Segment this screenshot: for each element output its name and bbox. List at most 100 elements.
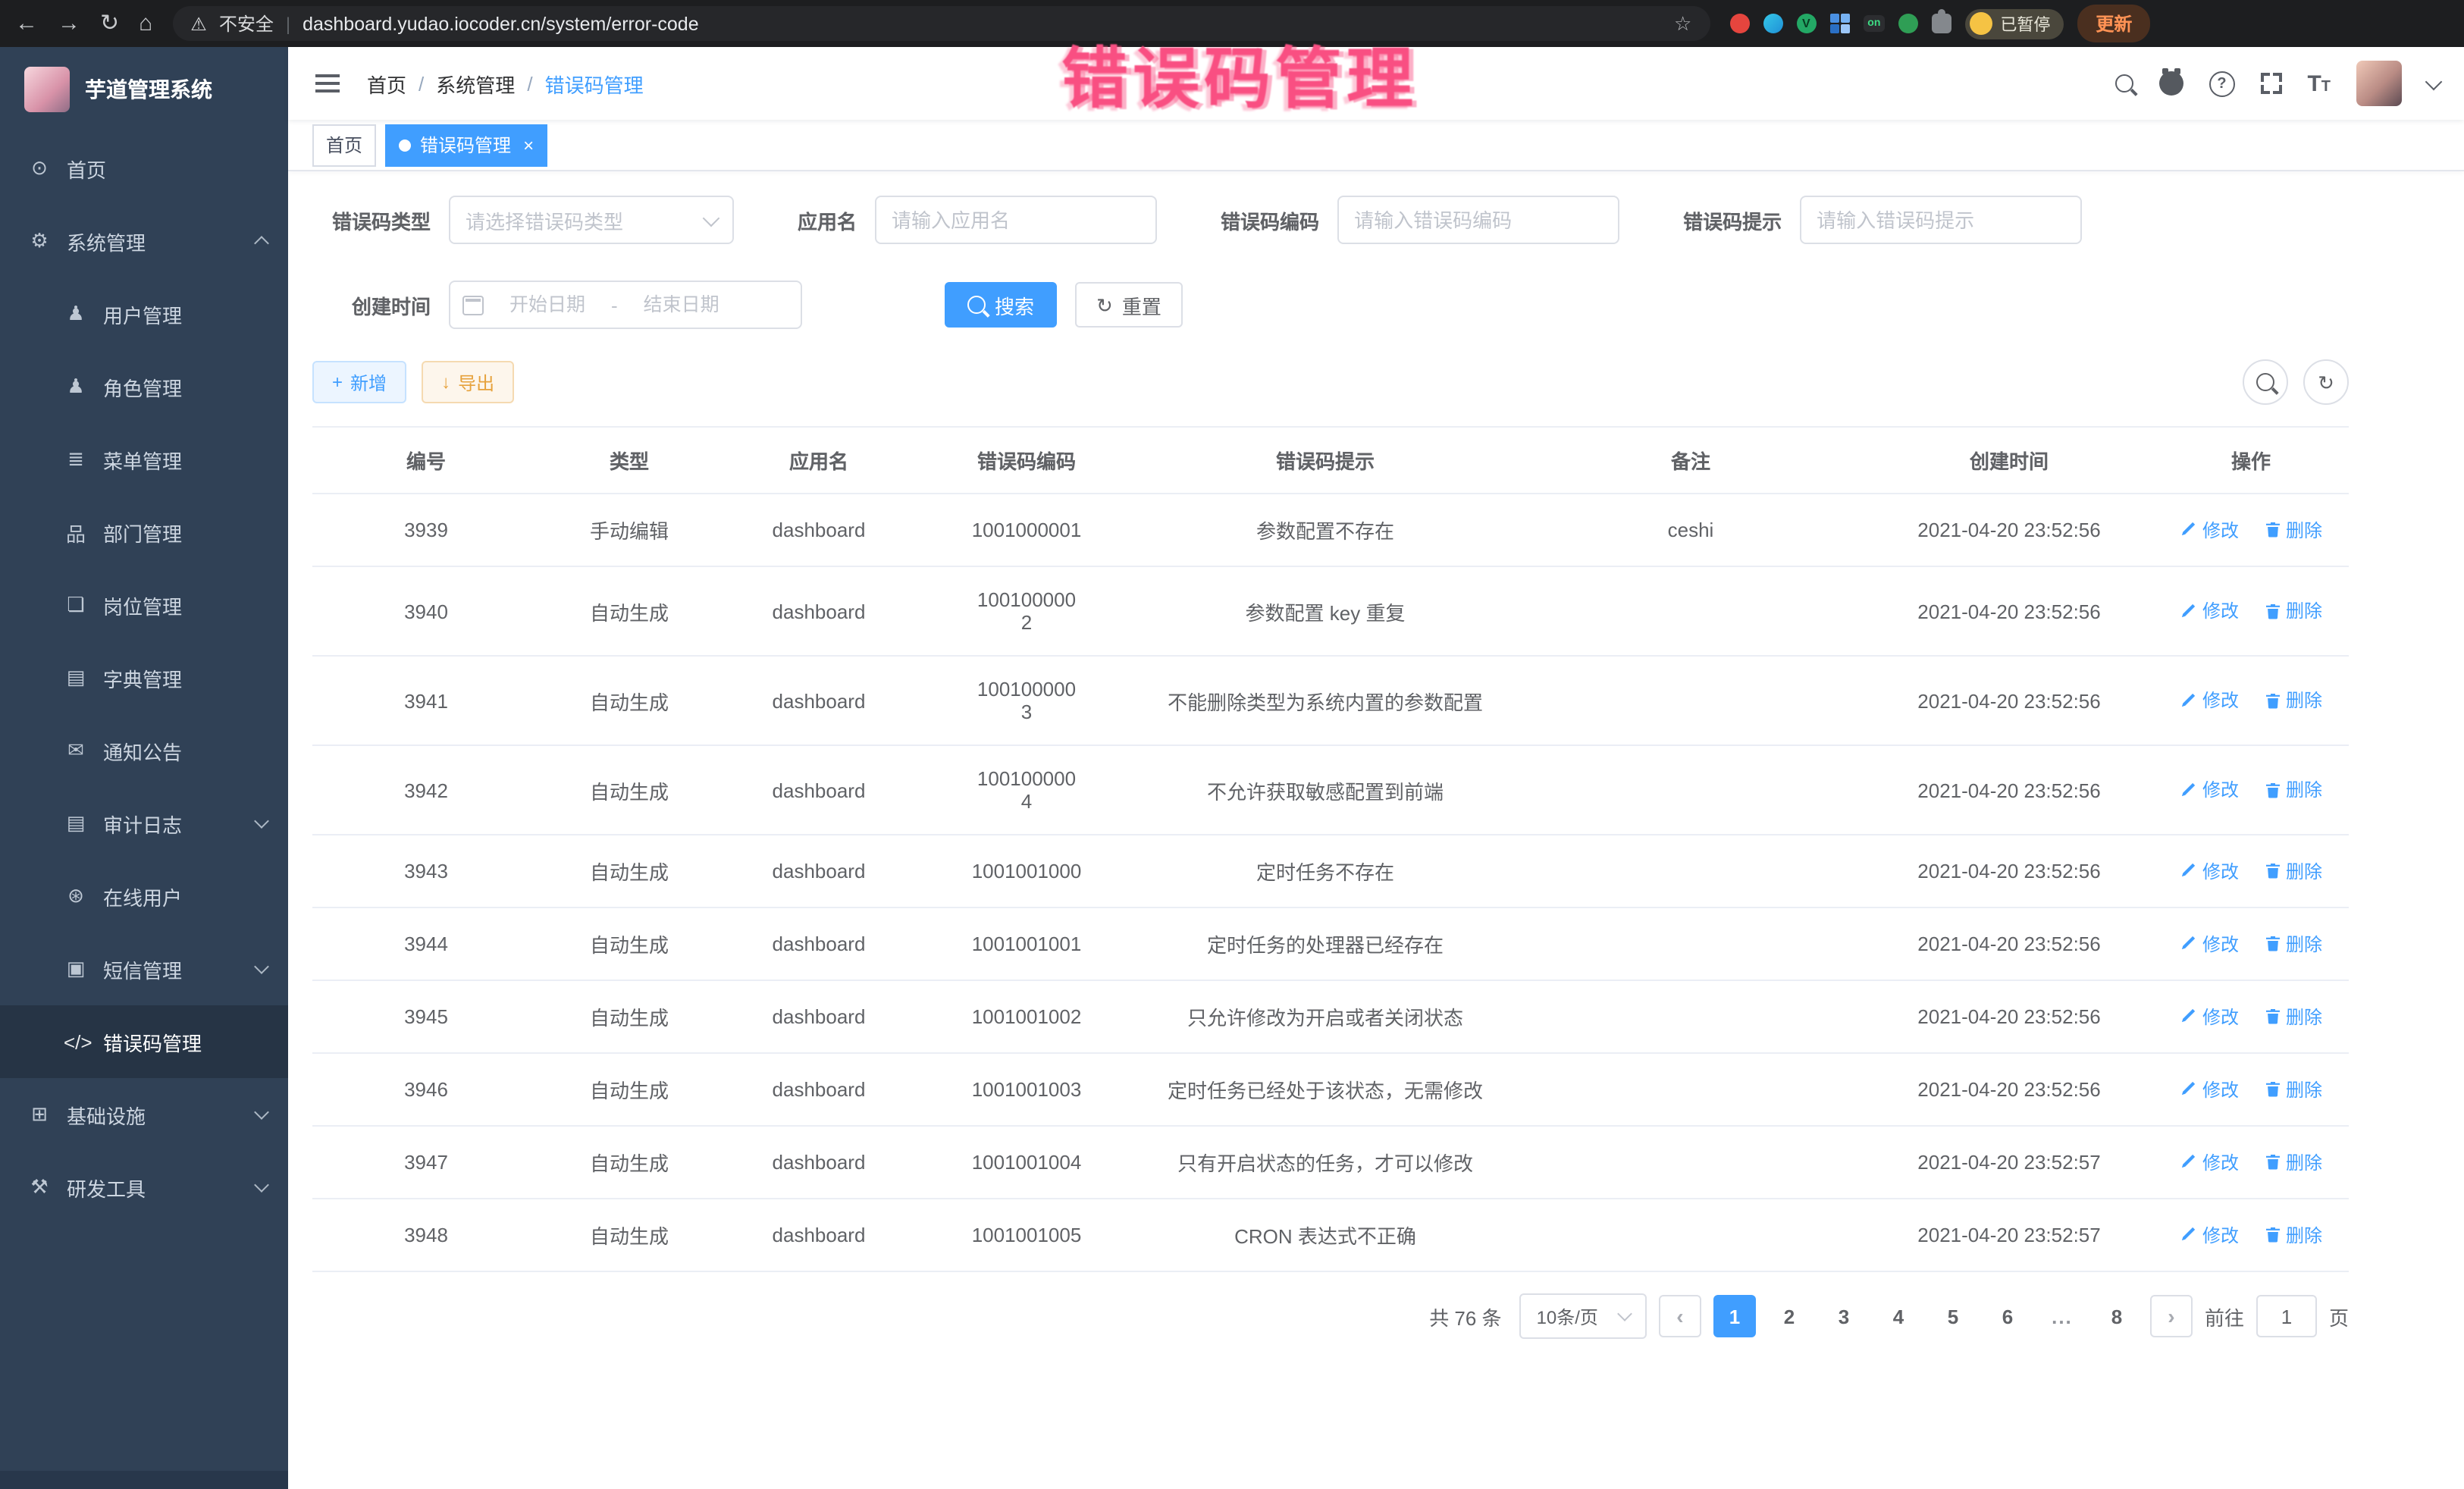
toggle-search-button[interactable]: [2243, 359, 2288, 405]
devtool-icon: ⚒: [27, 1175, 52, 1199]
back-icon[interactable]: ←: [15, 12, 38, 35]
security-label[interactable]: 不安全: [219, 11, 274, 36]
browser-profile-chip[interactable]: 已暂停: [1965, 8, 2064, 39]
sidebar-item-devtools[interactable]: ⚒研发工具: [0, 1151, 288, 1224]
breadcrumb-item[interactable]: 系统管理: [436, 69, 515, 98]
fullscreen-icon[interactable]: [2260, 73, 2281, 94]
sidebar-item-sms[interactable]: ▣短信管理: [0, 933, 288, 1005]
delete-link[interactable]: 删除: [2263, 858, 2322, 884]
chevron-down-icon: [703, 209, 720, 227]
github-icon[interactable]: [2158, 71, 2183, 96]
delete-link[interactable]: 删除: [2263, 1077, 2322, 1102]
page-button-6[interactable]: 6: [1986, 1295, 2029, 1337]
date-range-picker[interactable]: -: [449, 281, 802, 329]
cell-ops: 修改删除: [2153, 494, 2349, 566]
delete-link[interactable]: 删除: [2263, 1004, 2322, 1030]
sidebar-item-notice[interactable]: ✉通知公告: [0, 714, 288, 787]
add-button[interactable]: + 新增: [312, 361, 406, 403]
cell-app: dashboard: [719, 980, 919, 1053]
bookmark-star-icon[interactable]: ☆: [1674, 11, 1691, 36]
help-icon[interactable]: [2209, 71, 2234, 96]
delete-link[interactable]: 删除: [2263, 1149, 2322, 1175]
cell-app: dashboard: [719, 656, 919, 745]
page-button-2[interactable]: 2: [1768, 1295, 1810, 1337]
address-bar[interactable]: ⚠ 不安全 | dashboard.yudao.iocoder.cn/syste…: [172, 6, 1710, 41]
page-button-3[interactable]: 3: [1823, 1295, 1865, 1337]
edit-link[interactable]: 修改: [2180, 1004, 2239, 1030]
search-button[interactable]: 搜索: [945, 282, 1057, 328]
edit-link[interactable]: 修改: [2180, 931, 2239, 957]
goto-page-input[interactable]: [2256, 1295, 2317, 1337]
sidebar-item-home[interactable]: ⊙首页: [0, 132, 288, 205]
home-icon[interactable]: ⌂: [139, 12, 152, 35]
app-logo[interactable]: 芋道管理系统: [0, 47, 288, 132]
sidebar-item-system[interactable]: ⚙系统管理: [0, 205, 288, 277]
search-icon[interactable]: [2114, 74, 2133, 92]
prev-page-button[interactable]: ‹: [1659, 1295, 1701, 1337]
on-badge-extension-icon[interactable]: on: [1863, 15, 1885, 32]
puzzle-extension-icon[interactable]: [1932, 14, 1951, 33]
edit-link[interactable]: 修改: [2180, 777, 2239, 803]
edit-link[interactable]: 修改: [2180, 517, 2239, 543]
end-date-input[interactable]: [624, 293, 739, 317]
hamburger-menu-button[interactable]: [315, 82, 340, 85]
edit-link[interactable]: 修改: [2180, 1222, 2239, 1248]
sidebar-item-role[interactable]: ♟角色管理: [0, 350, 288, 423]
sidebar-item-infra[interactable]: ⊞基础设施: [0, 1078, 288, 1151]
sidebar-item-error-code[interactable]: </>错误码管理: [0, 1005, 288, 1078]
edit-link[interactable]: 修改: [2180, 858, 2239, 884]
cell-ops: 修改删除: [2153, 835, 2349, 908]
page-button-1[interactable]: 1: [1713, 1295, 1756, 1337]
forward-icon[interactable]: →: [58, 12, 80, 35]
red-circle-extension-icon[interactable]: [1729, 14, 1749, 33]
refresh-icon: ↻: [2318, 372, 2334, 392]
leaf-extension-icon[interactable]: [1898, 14, 1918, 33]
error-hint-input[interactable]: [1800, 196, 2082, 244]
url-text[interactable]: dashboard.yudao.iocoder.cn/system/error-…: [303, 13, 1662, 34]
sidebar-item-dept[interactable]: 品部门管理: [0, 496, 288, 569]
export-button[interactable]: ↓ 导出: [422, 361, 514, 403]
sidebar-item-audit-log[interactable]: ▤审计日志: [0, 787, 288, 860]
reset-button[interactable]: ↻ 重置: [1075, 282, 1183, 328]
browser-update-button[interactable]: 更新: [2077, 5, 2150, 42]
page-button-4[interactable]: 4: [1877, 1295, 1920, 1337]
refresh-table-button[interactable]: ↻: [2303, 359, 2349, 405]
sidebar-item-dict[interactable]: ▤字典管理: [0, 641, 288, 714]
edit-link[interactable]: 修改: [2180, 598, 2239, 624]
delete-link[interactable]: 删除: [2263, 598, 2322, 624]
font-size-icon[interactable]: TT: [2307, 72, 2331, 95]
breadcrumb-item[interactable]: 首页: [367, 69, 406, 98]
error-code-input[interactable]: [1337, 196, 1619, 244]
sidebar-item-online-user[interactable]: ⊛在线用户: [0, 860, 288, 933]
more-pages-button[interactable]: ...: [2041, 1295, 2083, 1337]
delete-link[interactable]: 删除: [2263, 688, 2322, 713]
sidebar-item-user[interactable]: ♟用户管理: [0, 277, 288, 350]
app-name-input[interactable]: [875, 196, 1157, 244]
teal-circle-extension-icon[interactable]: [1763, 14, 1782, 33]
sidebar-item-post[interactable]: ❏岗位管理: [0, 569, 288, 641]
page-button-5[interactable]: 5: [1932, 1295, 1974, 1337]
reload-icon[interactable]: ↻: [100, 12, 119, 35]
page-size-select[interactable]: 10条/页: [1520, 1293, 1647, 1339]
cell-app: dashboard: [719, 908, 919, 980]
start-date-input[interactable]: [490, 293, 605, 317]
edit-link[interactable]: 修改: [2180, 1149, 2239, 1175]
tab-error-code[interactable]: 错误码管理×: [385, 124, 547, 166]
error-type-select[interactable]: 请选择错误码类型: [449, 196, 734, 244]
v-extension-icon[interactable]: V: [1796, 14, 1816, 33]
chevron-down-icon[interactable]: [2425, 73, 2443, 90]
cell-hint: 只允许修改为开启或者关闭状态: [1134, 980, 1516, 1053]
next-page-button[interactable]: ›: [2150, 1295, 2193, 1337]
edit-link[interactable]: 修改: [2180, 1077, 2239, 1102]
edit-link[interactable]: 修改: [2180, 688, 2239, 713]
delete-link[interactable]: 删除: [2263, 931, 2322, 957]
delete-link[interactable]: 删除: [2263, 777, 2322, 803]
delete-link[interactable]: 删除: [2263, 1222, 2322, 1248]
sidebar-item-menu[interactable]: ≣菜单管理: [0, 423, 288, 496]
grid-extension-icon[interactable]: [1829, 14, 1849, 33]
user-avatar[interactable]: [2356, 61, 2402, 106]
page-button-8[interactable]: 8: [2096, 1295, 2138, 1337]
delete-link[interactable]: 删除: [2263, 517, 2322, 543]
tab-home[interactable]: 首页: [312, 124, 376, 166]
close-icon[interactable]: ×: [523, 136, 534, 154]
